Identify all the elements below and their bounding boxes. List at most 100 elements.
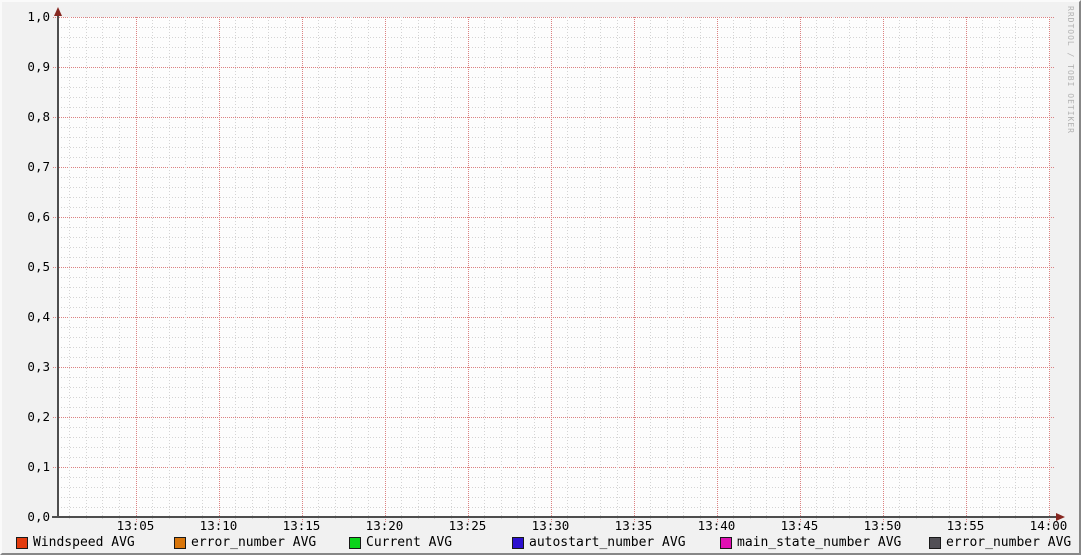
legend-label: Current AVG <box>366 535 453 550</box>
minor-gridline-v <box>782 17 784 520</box>
minor-gridline-h <box>58 157 1050 158</box>
minor-gridline-v <box>185 17 187 520</box>
minor-gridline-h <box>58 507 1050 508</box>
minor-gridline-h <box>58 337 1050 338</box>
minor-gridline-v <box>616 17 618 520</box>
y-tick-label: 1,0 <box>27 9 50 24</box>
minor-gridline-h <box>58 77 1050 78</box>
x-tick-label: 13:10 <box>199 518 238 533</box>
minor-gridline-v <box>168 17 170 520</box>
minor-gridline-h <box>58 427 1050 428</box>
minor-gridline-v <box>118 17 120 520</box>
minor-gridline-v <box>500 17 502 520</box>
minor-gridline-h <box>58 437 1050 438</box>
x-tick-label: 13:20 <box>365 518 404 533</box>
minor-gridline-v <box>434 17 436 520</box>
legend-item-5: main_state_number AVG <box>720 535 901 550</box>
minor-gridline-v <box>832 17 834 520</box>
minor-gridline-h <box>58 227 1050 228</box>
plot-area <box>53 17 1054 522</box>
y-tick-label: 0,4 <box>27 309 50 324</box>
minor-gridline-h <box>58 297 1050 298</box>
minor-gridline-v <box>932 17 934 520</box>
minor-gridline-h <box>58 307 1050 308</box>
minor-gridline-v <box>600 17 602 520</box>
minor-gridline-v <box>666 17 668 520</box>
minor-gridline-v <box>235 17 237 520</box>
minor-gridline-v <box>683 17 685 520</box>
major-gridline-v <box>550 17 552 522</box>
minor-gridline-h <box>58 27 1050 28</box>
major-gridline-v <box>218 17 220 522</box>
minor-gridline-h <box>58 357 1050 358</box>
minor-gridline-h <box>58 327 1050 328</box>
minor-gridline-h <box>58 487 1050 488</box>
minor-gridline-h <box>58 37 1050 38</box>
minor-gridline-h <box>58 237 1050 238</box>
minor-gridline-v <box>982 17 984 520</box>
major-gridline-v <box>384 17 386 522</box>
minor-gridline-v <box>334 17 336 520</box>
minor-gridline-h <box>58 277 1050 278</box>
minor-gridline-v <box>915 17 917 520</box>
legend-swatch-icon <box>512 536 524 549</box>
x-tick-label: 13:40 <box>697 518 736 533</box>
minor-gridline-v <box>517 17 519 520</box>
minor-gridline-h <box>58 477 1050 478</box>
major-gridline-v <box>301 17 303 522</box>
minor-gridline-h <box>58 57 1050 58</box>
minor-gridline-v <box>417 17 419 520</box>
major-gridline-h <box>53 117 1054 118</box>
legend-label: error_number AVG <box>191 535 317 550</box>
minor-gridline-h <box>58 137 1050 138</box>
minor-gridline-v <box>484 17 486 520</box>
minor-gridline-h <box>58 47 1050 48</box>
minor-gridline-h <box>58 247 1050 248</box>
major-gridline-v <box>882 17 884 522</box>
legend-swatch-icon <box>16 536 28 549</box>
minor-gridline-v <box>102 17 104 520</box>
major-gridline-h <box>53 467 1054 468</box>
minor-gridline-h <box>58 207 1050 208</box>
y-axis-arrow-icon <box>54 7 62 16</box>
minor-gridline-v <box>998 17 1000 520</box>
x-tick-label: 13:50 <box>863 518 902 533</box>
minor-gridline-v <box>284 17 286 520</box>
minor-gridline-v <box>733 17 735 520</box>
legend-label: autostart_number AVG <box>529 535 686 550</box>
y-tick-label: 0,5 <box>27 259 50 274</box>
y-tick-label: 0,6 <box>27 209 50 224</box>
major-gridline-h <box>53 267 1054 268</box>
legend: Windspeed AVG error_number AVG Current AVG… <box>2 535 1079 552</box>
minor-gridline-v <box>849 17 851 520</box>
minor-gridline-v <box>367 17 369 520</box>
minor-gridline-v <box>766 17 768 520</box>
y-tick-label: 0,0 <box>27 509 50 524</box>
major-gridline-h <box>53 217 1054 218</box>
minor-gridline-h <box>58 397 1050 398</box>
minor-gridline-v <box>899 17 901 520</box>
x-tick-label: 13:35 <box>614 518 653 533</box>
rrdtool-graph-image: 1,0 0,9 0,8 0,7 0,6 0,5 0,4 0,3 0,2 0,1 0,0 13:05 1… <box>0 0 1081 555</box>
minor-gridline-h <box>58 497 1050 498</box>
minor-gridline-h <box>58 97 1050 98</box>
minor-gridline-h <box>58 287 1050 288</box>
minor-gridline-h <box>58 187 1050 188</box>
major-gridline-v <box>633 17 635 522</box>
minor-gridline-v <box>85 17 87 520</box>
minor-gridline-v <box>268 17 270 520</box>
legend-swatch-icon <box>174 536 186 549</box>
minor-gridline-h <box>58 147 1050 148</box>
major-gridline-h <box>53 17 1054 18</box>
major-gridline-v <box>1048 17 1050 522</box>
major-gridline-v <box>799 17 801 522</box>
minor-gridline-v <box>69 17 71 520</box>
y-axis-line <box>57 12 59 518</box>
major-gridline-h <box>53 317 1054 318</box>
minor-gridline-v <box>583 17 585 520</box>
minor-gridline-v <box>865 17 867 520</box>
legend-item-2: error_number AVG <box>174 535 316 550</box>
major-gridline-v <box>467 17 469 522</box>
minor-gridline-v <box>318 17 320 520</box>
major-gridline-h <box>53 367 1054 368</box>
